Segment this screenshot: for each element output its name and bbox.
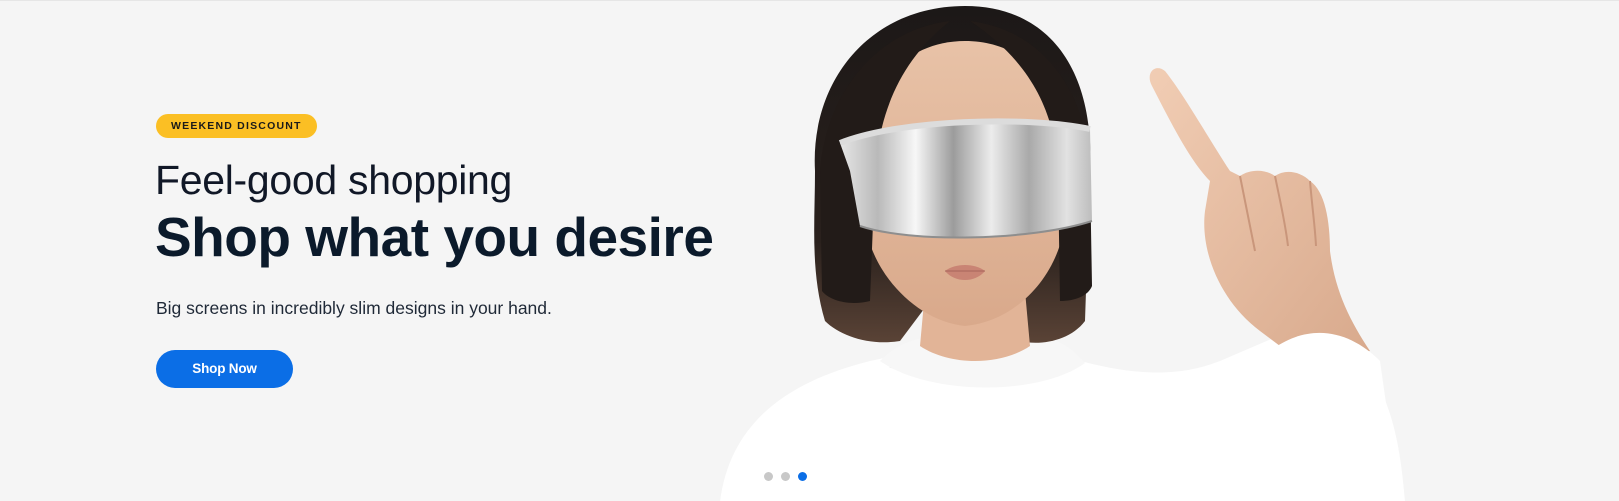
shop-now-button[interactable]: Shop Now xyxy=(156,350,293,388)
carousel-dot-1[interactable] xyxy=(764,472,773,481)
carousel-dots xyxy=(764,472,807,481)
hero-banner: WEEKEND DISCOUNT Feel-good shopping Shop… xyxy=(0,0,1619,501)
carousel-dot-2[interactable] xyxy=(781,472,790,481)
carousel-dot-3[interactable] xyxy=(798,472,807,481)
discount-badge: WEEKEND DISCOUNT xyxy=(156,114,317,138)
hero-image xyxy=(720,6,1405,501)
